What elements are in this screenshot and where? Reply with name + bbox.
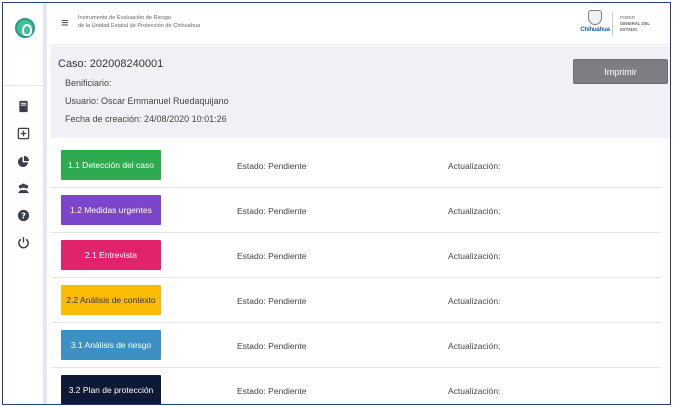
stage-update: Actualización: (448, 161, 501, 171)
stage-status: Estado: Pendiente (237, 296, 307, 306)
brand-logo: Chihuahua PODER GENERAL DEL ESTADO (580, 10, 664, 38)
stage-status: Estado: Pendiente (237, 341, 307, 351)
stage-update: Actualización: (448, 251, 501, 261)
department-name: PODER GENERAL DEL ESTADO (620, 15, 664, 33)
stage-button-medidas-urgentes[interactable]: 1.2 Medidas urgentes (61, 195, 161, 225)
stage-button-entrevista[interactable]: 2.1 Entrevista (61, 240, 161, 270)
app-window: ? ≡ Instrumento de Evaluación de Riesgo … (2, 2, 671, 405)
stage-update: Actualización: (448, 386, 501, 396)
case-id: Caso: 202008240001 (58, 58, 164, 70)
brand-name: Chihuahua (580, 27, 610, 33)
stage-status: Estado: Pendiente (237, 251, 307, 261)
stage-row: 2.1 Entrevista Estado: Pendiente Actuali… (51, 233, 661, 278)
beneficiary-label: Benificiario: (65, 78, 112, 88)
app-title-line2: de la Unidad Estatal de Protección de Ch… (78, 23, 201, 29)
stage-update: Actualización: (448, 341, 501, 351)
stage-row: 3.1 Análisis de riesgo Estado: Pendiente… (51, 323, 661, 368)
users-icon[interactable] (16, 181, 30, 195)
app-title-line1: Instrumento de Evaluación de Riesgo (78, 15, 171, 21)
pie-chart-icon[interactable] (16, 154, 30, 168)
stage-row: 1.2 Medidas urgentes Estado: Pendiente A… (51, 188, 661, 233)
print-button[interactable]: Imprimir (573, 59, 668, 84)
brand-separator (612, 12, 613, 36)
power-icon[interactable] (16, 235, 30, 249)
stage-row: 1.1 Detección del caso Estado: Pendiente… (51, 143, 661, 188)
help-icon[interactable]: ? (16, 208, 30, 222)
sidebar-divider (3, 85, 43, 86)
stage-row: 2.2 Análisis de contexto Estado: Pendien… (51, 278, 661, 323)
top-bar: ≡ Instrumento de Evaluación de Riesgo de… (51, 3, 670, 45)
case-info-panel: Caso: 202008240001 Benificiario: Usuario… (51, 46, 670, 138)
svg-text:?: ? (21, 210, 26, 220)
created-date-label: Fecha de creación: 24/08/2020 10:01:26 (65, 114, 227, 124)
stage-status: Estado: Pendiente (237, 161, 307, 171)
app-title: Instrumento de Evaluación de Riesgo de l… (78, 14, 200, 30)
stage-row: 3.2 Plan de protección Estado: Pendiente… (51, 368, 661, 404)
stage-update: Actualización: (448, 206, 501, 216)
stage-button-deteccion[interactable]: 1.1 Detección del caso (61, 150, 161, 180)
plus-box-icon[interactable] (16, 126, 30, 140)
stage-button-analisis-riesgo[interactable]: 3.1 Análisis de riesgo (61, 330, 161, 360)
department-line2: GENERAL DEL ESTADO (620, 21, 650, 32)
stage-button-plan-proteccion[interactable]: 3.2 Plan de protección (61, 375, 161, 404)
stage-update: Actualización: (448, 296, 501, 306)
stage-status: Estado: Pendiente (237, 386, 307, 396)
sidebar: ? (3, 3, 47, 404)
app-logo-icon[interactable] (15, 18, 35, 38)
stage-status: Estado: Pendiente (237, 206, 307, 216)
menu-icon[interactable]: ≡ (61, 15, 69, 30)
state-seal-icon: Chihuahua (580, 10, 610, 38)
document-icon[interactable] (16, 99, 30, 113)
user-label: Usuario: Oscar Emmanuel Ruedaquijano (65, 96, 229, 106)
stage-button-analisis-contexto[interactable]: 2.2 Análisis de contexto (61, 285, 161, 315)
